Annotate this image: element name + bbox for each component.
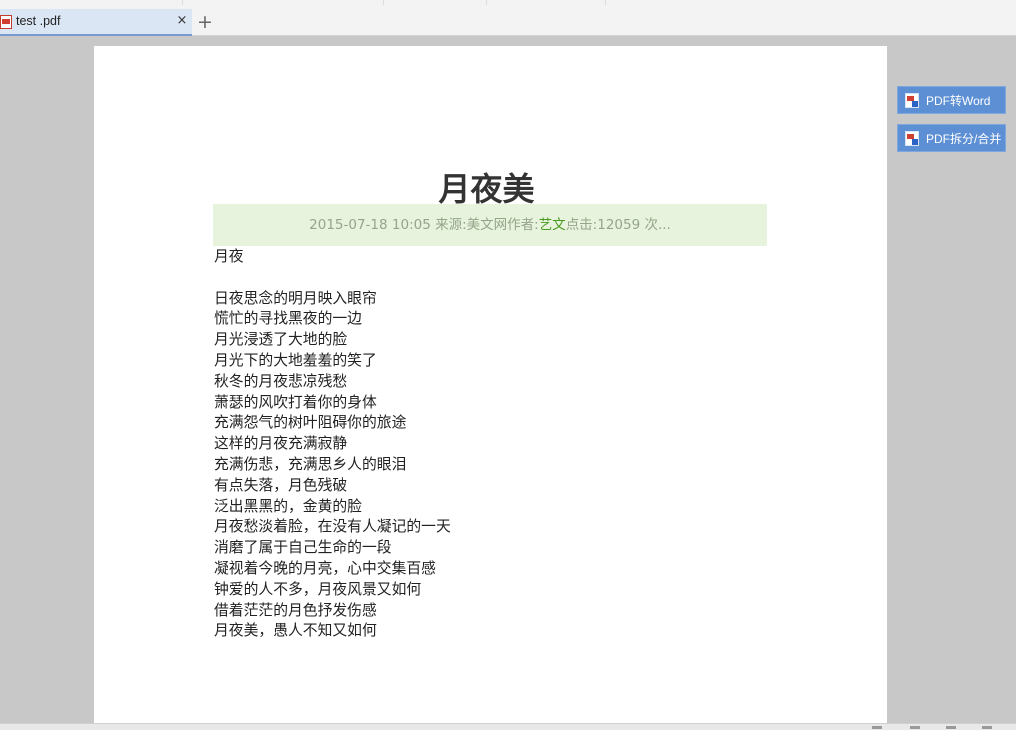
poem-line: 萧瑟的风吹打着你的身体 xyxy=(214,393,377,411)
poem-line: 月光浸透了大地的脸 xyxy=(214,331,348,349)
continuous-page-icon[interactable] xyxy=(946,726,956,729)
tab-test-pdf[interactable]: test .pdf × xyxy=(0,9,192,36)
tab-separator xyxy=(486,0,487,5)
poem-line: 月夜 xyxy=(214,248,244,265)
fit-page-icon[interactable] xyxy=(872,726,882,729)
tab-separator xyxy=(182,0,183,5)
pdf-split-merge-label: PDF拆分/合并 xyxy=(926,131,1002,146)
pdf-split-merge-icon xyxy=(905,130,919,146)
tab-separator xyxy=(605,0,606,5)
poem-line: 这样的月夜充满寂静 xyxy=(214,435,348,453)
poem-line: 日夜思念的明月映入眼帘 xyxy=(214,289,377,307)
document-viewer[interactable]: 月夜美 2015-07-18 10:05 来源:美文网作者:艺文点击:12059… xyxy=(0,37,1016,723)
poem-line: 凝视着今晚的月亮，心中交集百感 xyxy=(214,559,436,577)
pdf-to-word-button[interactable]: PDF转Word xyxy=(897,86,1006,114)
status-bar xyxy=(0,723,1016,730)
meta-clicks: 点击:12059 次... xyxy=(565,217,671,233)
poem-line: 月光下的大地羞羞的笑了 xyxy=(214,351,377,369)
tab-title: test .pdf xyxy=(16,14,61,28)
tab-bar: test .pdf × + xyxy=(0,0,1016,36)
poem-line: 月夜愁淡着脸，在没有人凝记的一天 xyxy=(214,518,451,536)
poem-line: 充满伤悲，充满思乡人的眼泪 xyxy=(214,455,407,473)
poem-line: 月夜美，愚人不知又如何 xyxy=(214,622,377,640)
single-page-icon[interactable] xyxy=(910,726,920,729)
tab-separator xyxy=(383,0,384,5)
poem-line: 泛出黑黑的，金黄的脸 xyxy=(214,497,362,515)
new-tab-button[interactable]: + xyxy=(197,11,213,33)
poem-line xyxy=(214,268,451,289)
article-meta: 2015-07-18 10:05 来源:美文网作者:艺文点击:12059 次..… xyxy=(213,204,767,246)
two-page-icon[interactable] xyxy=(982,726,992,729)
pdf-to-word-label: PDF转Word xyxy=(926,93,991,108)
meta-date-source: 2015-07-18 10:05 来源:美文网作者: xyxy=(309,217,539,233)
pdf-page: 月夜美 2015-07-18 10:05 来源:美文网作者:艺文点击:12059… xyxy=(94,46,887,723)
poem-line: 消磨了属于自己生命的一段 xyxy=(214,539,392,557)
poem-line: 钟爱的人不多，月夜风景又如何 xyxy=(214,580,422,598)
poem-line: 有点失落，月色残破 xyxy=(214,476,348,494)
poem-line: 充满怨气的树叶阻碍你的旅途 xyxy=(214,414,407,432)
meta-author-link[interactable]: 艺文 xyxy=(539,217,566,233)
poem-line: 秋冬的月夜悲凉残愁 xyxy=(214,372,348,390)
pdf-to-word-icon xyxy=(905,92,919,108)
poem-body: 月夜日夜思念的明月映入眼帘 慌忙的寻找黑夜的一边 月光浸透了大地的脸月光下的大地羞羞… xyxy=(214,247,451,642)
poem-line: 借着茫茫的月色抒发伤感 xyxy=(214,601,377,619)
close-icon[interactable]: × xyxy=(176,13,188,29)
pdf-split-merge-button[interactable]: PDF拆分/合并 xyxy=(897,124,1006,152)
pdf-file-icon xyxy=(0,15,12,29)
poem-line: 慌忙的寻找黑夜的一边 xyxy=(214,310,362,328)
